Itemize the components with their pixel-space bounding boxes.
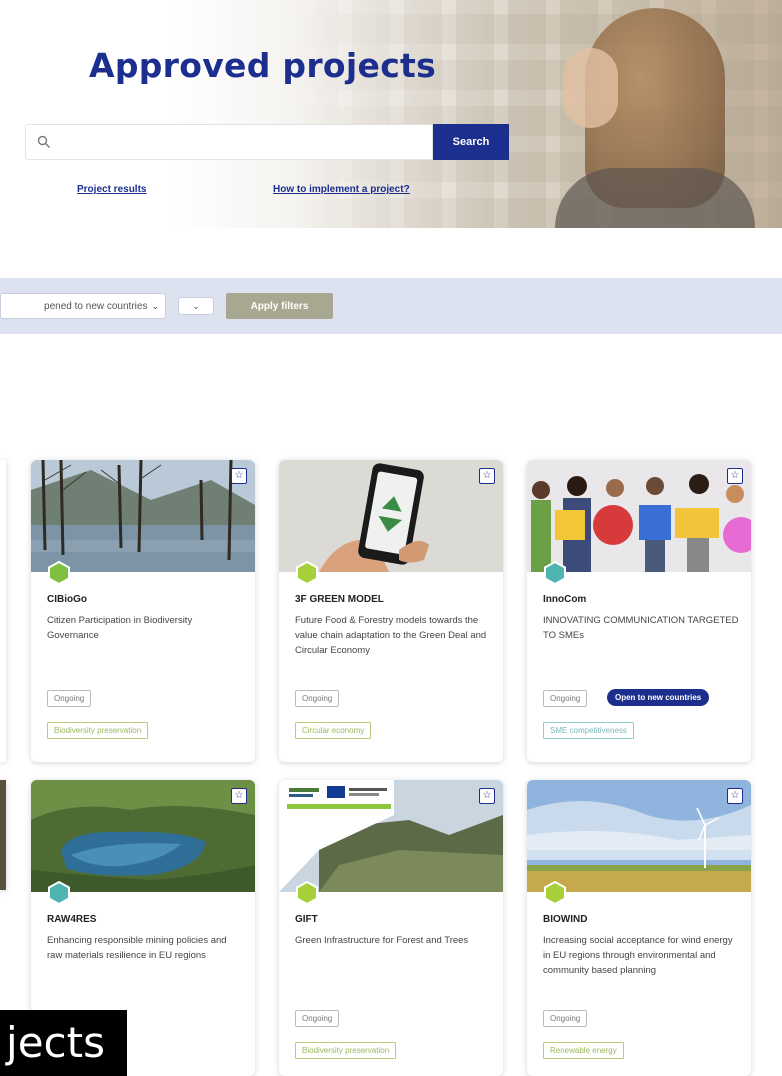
search-input[interactable] bbox=[25, 124, 433, 160]
hero-banner: Approved projects Search Project results… bbox=[0, 0, 782, 228]
project-description: Citizen Participation in Biodiversity Go… bbox=[47, 615, 193, 641]
project-description: Future Food & Forestry models towards th… bbox=[295, 615, 487, 656]
topic-tag[interactable]: Biodiversity preservation bbox=[295, 1042, 397, 1059]
project-description: Enhancing responsible mining policies an… bbox=[47, 935, 227, 961]
topic-hexagon-icon bbox=[296, 881, 318, 905]
open-to-new-countries-badge: Open to new countries bbox=[607, 689, 710, 706]
project-results-link[interactable]: Project results bbox=[77, 184, 146, 195]
chevron-down-icon: ⌄ bbox=[151, 301, 159, 311]
project-acronym: 3F GREEN MODEL bbox=[295, 594, 384, 605]
favorite-star-icon[interactable]: ☆ bbox=[231, 788, 247, 804]
favorite-star-icon[interactable]: ☆ bbox=[231, 468, 247, 484]
project-image bbox=[527, 460, 751, 572]
project-card-biowind[interactable]: ☆ BIOWIND Increasing social acceptance f… bbox=[527, 780, 751, 1076]
project-description: INNOVATING COMMUNICATION TARGETED TO SME… bbox=[543, 615, 739, 641]
topic-tag[interactable]: SME competitiveness bbox=[543, 722, 634, 739]
open-to-new-countries-select[interactable]: pened to new countries ⌄ bbox=[0, 293, 166, 319]
project-image bbox=[31, 460, 255, 572]
project-card-3f-green-model[interactable]: ☆ 3F GREEN MODEL Future Food & Forestry … bbox=[279, 460, 503, 762]
topic-hexagon-icon bbox=[296, 561, 318, 585]
project-card-cibiogo[interactable]: ☆ CIBioGo Citizen Participation in Biodi… bbox=[31, 460, 255, 762]
project-acronym: CIBioGo bbox=[47, 594, 87, 605]
status-badge: Ongoing bbox=[543, 1010, 588, 1027]
status-badge: Ongoing bbox=[47, 690, 92, 707]
project-image bbox=[527, 780, 751, 892]
status-badge: Ongoing bbox=[543, 690, 588, 707]
topic-hexagon-icon bbox=[544, 561, 566, 585]
project-description: Green Infrastructure for Forest and Tree… bbox=[295, 935, 469, 946]
topic-hexagon-icon bbox=[544, 881, 566, 905]
favorite-star-icon[interactable]: ☆ bbox=[479, 788, 495, 804]
project-description: Increasing social acceptance for wind en… bbox=[543, 935, 733, 976]
filter-bar: pened to new countries ⌄ ⌄ Apply filters bbox=[0, 278, 782, 334]
project-acronym: InnoCom bbox=[543, 594, 587, 605]
favorite-star-icon[interactable]: ☆ bbox=[479, 468, 495, 484]
status-badge: Ongoing bbox=[295, 690, 340, 707]
project-card-innocom[interactable]: ☆ InnoCom INNOVATING COMMUNICATION TARGE… bbox=[527, 460, 751, 762]
project-image bbox=[31, 780, 255, 892]
project-acronym: RAW4RES bbox=[47, 914, 97, 925]
topic-tag[interactable]: Renewable energy bbox=[543, 1042, 624, 1059]
topic-hexagon-icon bbox=[48, 561, 70, 585]
project-image bbox=[279, 460, 503, 572]
project-card-gift[interactable]: ☆ GIFT Green Infrastructure for Forest a… bbox=[279, 780, 503, 1076]
topic-hexagon-icon bbox=[48, 881, 70, 905]
favorite-star-icon[interactable]: ☆ bbox=[727, 788, 743, 804]
project-image bbox=[279, 780, 503, 892]
topic-tag[interactable]: Circular economy bbox=[295, 722, 372, 739]
secondary-filter-select[interactable]: ⌄ bbox=[178, 297, 214, 315]
apply-filters-button[interactable]: Apply filters bbox=[226, 293, 333, 319]
status-badge: Ongoing bbox=[295, 1010, 340, 1027]
partial-card-left[interactable] bbox=[0, 460, 6, 762]
hero-photo bbox=[555, 8, 755, 228]
partial-card-left[interactable] bbox=[0, 780, 6, 890]
search-icon bbox=[37, 135, 50, 148]
project-acronym: GIFT bbox=[295, 914, 318, 925]
filter-select-value: pened to new countries bbox=[44, 301, 148, 312]
how-to-implement-link[interactable]: How to implement a project? bbox=[273, 184, 410, 195]
caption-overlay: jects bbox=[0, 1010, 127, 1076]
favorite-star-icon[interactable]: ☆ bbox=[727, 468, 743, 484]
search-button[interactable]: Search bbox=[433, 124, 509, 160]
page-title: Approved projects bbox=[89, 46, 437, 85]
chevron-down-icon: ⌄ bbox=[192, 301, 200, 311]
project-acronym: BIOWIND bbox=[543, 914, 588, 925]
topic-tag[interactable]: Biodiversity preservation bbox=[47, 722, 149, 739]
